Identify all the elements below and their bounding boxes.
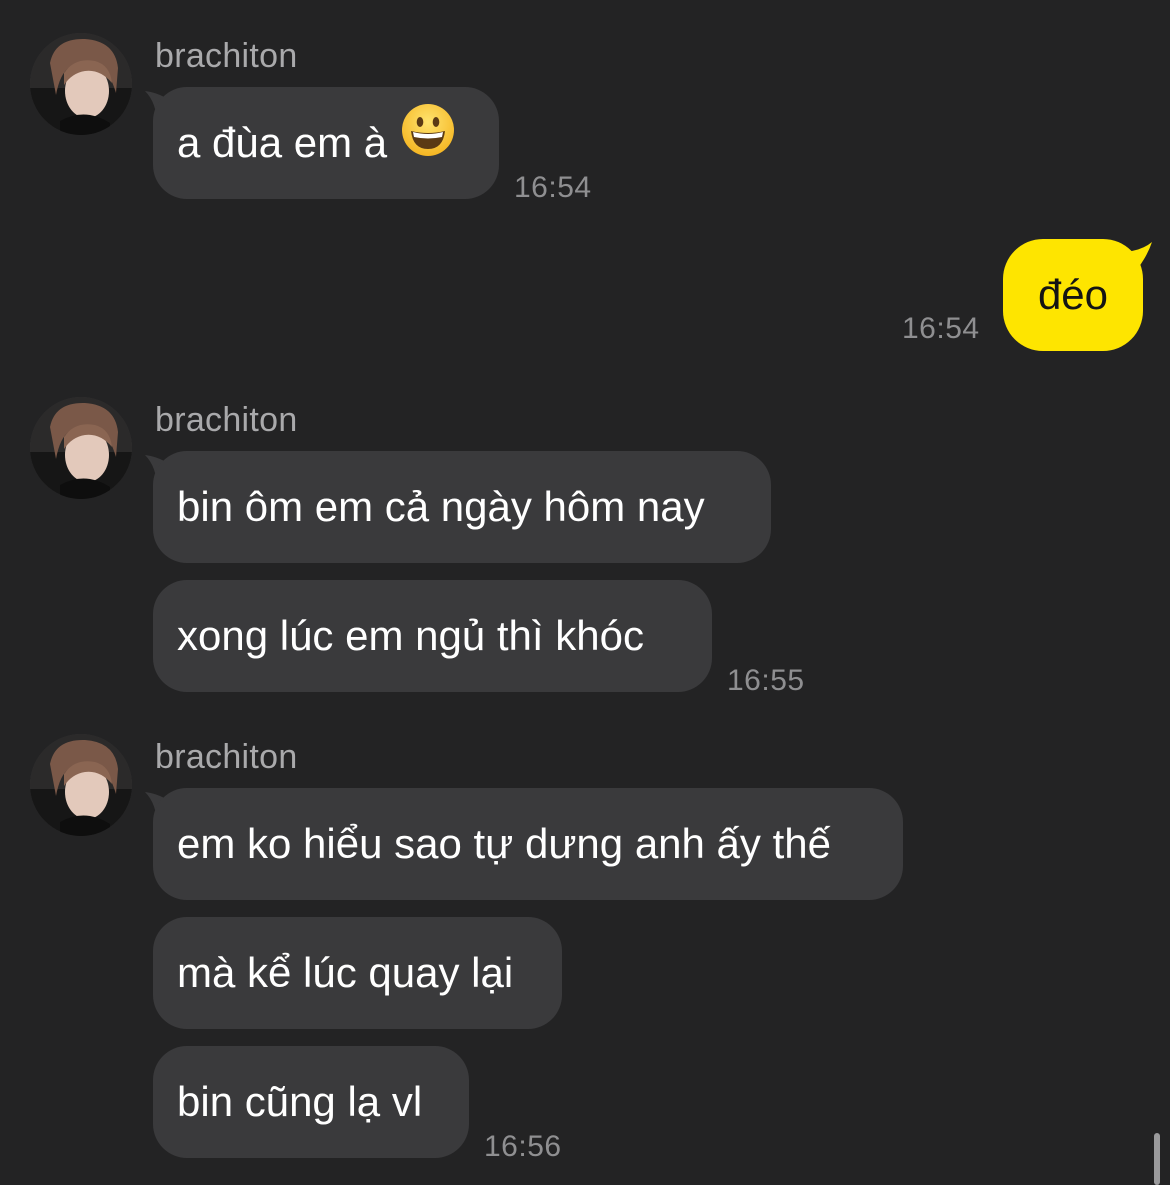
message-timestamp: 16:54 — [902, 312, 980, 345]
message-timestamp: 16:55 — [727, 664, 805, 697]
sender-avatar[interactable] — [30, 734, 132, 836]
sender-name: brachiton — [155, 401, 298, 439]
message-text: mà kể lúc quay lại — [177, 949, 514, 996]
incoming-message-bubble[interactable]: xong lúc em ngủ thì khóc — [153, 580, 712, 692]
avatar-photo — [30, 734, 132, 836]
message-timestamp: 16:56 — [484, 1130, 562, 1163]
incoming-message-bubble[interactable]: bin ôm em cả ngày hôm nay — [153, 451, 771, 563]
message-text: bin cũng lạ vl — [177, 1078, 423, 1125]
scrollbar-thumb[interactable] — [1154, 1133, 1160, 1185]
message-text: a đùa em à — [177, 119, 388, 166]
message-text: xong lúc em ngủ thì khóc — [177, 612, 644, 659]
grinning-face-emoji-icon — [401, 87, 455, 199]
sender-avatar[interactable] — [30, 397, 132, 499]
bubble-tail — [1110, 242, 1152, 278]
sender-name: brachiton — [155, 738, 298, 776]
incoming-message-bubble[interactable]: a đùa em à — [153, 87, 499, 199]
chat-thread: brachiton a đùa em à 16:54 16:54 đéo bra… — [0, 0, 1170, 1185]
message-text: bin ôm em cả ngày hôm nay — [177, 483, 705, 530]
message-text: em ko hiểu sao tự dưng anh ấy thế — [177, 820, 831, 867]
incoming-message-bubble[interactable]: mà kể lúc quay lại — [153, 917, 562, 1029]
message-timestamp: 16:54 — [514, 171, 592, 204]
avatar-photo — [30, 397, 132, 499]
avatar-photo — [30, 33, 132, 135]
message-text: đéo — [1037, 271, 1109, 318]
sender-avatar[interactable] — [30, 33, 132, 135]
incoming-message-bubble[interactable]: em ko hiểu sao tự dưng anh ấy thế — [153, 788, 903, 900]
sender-name: brachiton — [155, 37, 298, 75]
incoming-message-bubble[interactable]: bin cũng lạ vl — [153, 1046, 469, 1158]
